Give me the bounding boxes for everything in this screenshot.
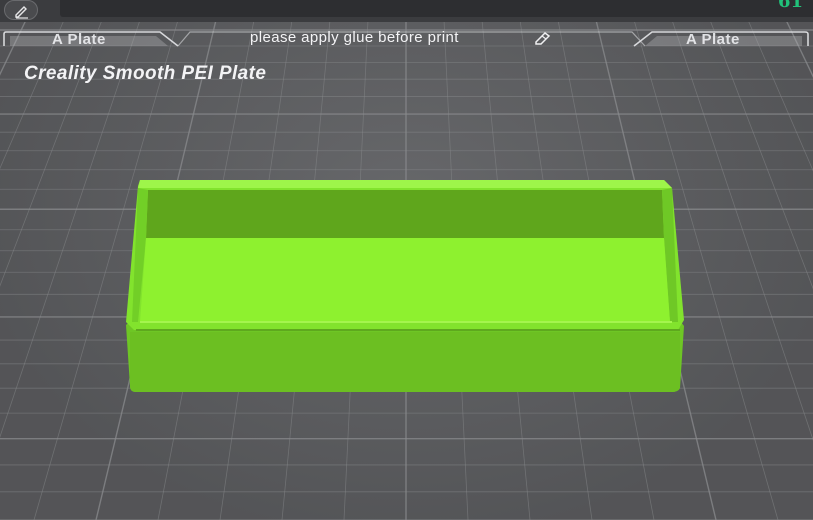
3d-viewport[interactable]: 61 A Plate A Plate please apply glue bef… [0, 0, 813, 520]
tray-model[interactable] [0, 0, 813, 520]
